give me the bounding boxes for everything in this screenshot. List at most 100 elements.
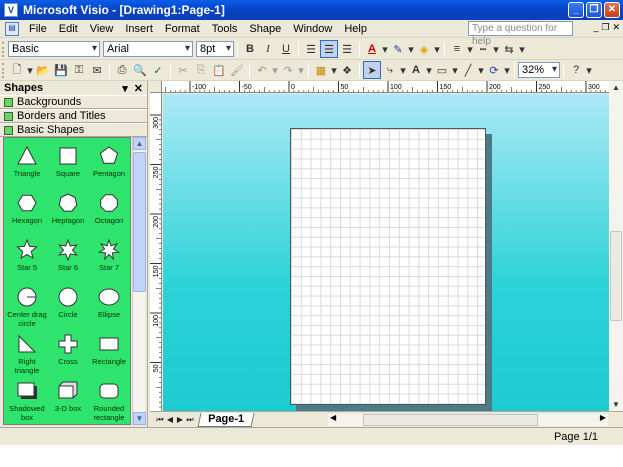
menu-edit[interactable]: Edit — [53, 23, 84, 35]
undo-icon[interactable]: ↶ — [253, 61, 271, 79]
drawing-canvas[interactable] — [163, 94, 609, 411]
permission-icon[interactable]: ⚿ — [70, 61, 88, 79]
line-ends-icon[interactable]: ⇆ — [500, 40, 518, 58]
doc-close-icon[interactable]: ✕ — [612, 22, 620, 33]
shape-star5[interactable]: Star 5 — [7, 235, 47, 282]
shape-pentagon[interactable]: Pentagon — [89, 141, 129, 188]
shape-rectangle[interactable]: Rectangle — [89, 329, 129, 376]
copy-icon[interactable]: ⎘ — [192, 61, 210, 79]
redo-icon[interactable]: ↷ — [279, 61, 297, 79]
scroll-up-icon[interactable]: ▲ — [133, 137, 146, 150]
line-weight-icon[interactable]: ≡ — [448, 40, 466, 58]
shapes-panel-close-icon[interactable]: ✕ — [134, 82, 143, 95]
menu-help[interactable]: Help — [338, 23, 373, 35]
underline-button[interactable]: U — [277, 40, 295, 58]
first-page-icon[interactable]: ⏮ — [155, 415, 165, 425]
align-left-icon[interactable]: ☰ — [302, 40, 320, 58]
rectangle-tool-icon[interactable]: ▭ — [433, 61, 451, 79]
undo-dropdown-icon[interactable]: ▾ — [271, 61, 279, 79]
scroll-left-icon[interactable]: ◀ — [330, 413, 336, 422]
cut-icon[interactable]: ✂ — [174, 61, 192, 79]
shape-shadow-box[interactable]: Shadowed box — [7, 376, 47, 423]
line-pattern-icon[interactable]: ┅ — [474, 40, 492, 58]
help-dropdown-icon[interactable]: ▾ — [585, 61, 593, 79]
save-icon[interactable]: 💾 — [52, 61, 70, 79]
style-dropdown[interactable]: Basic — [8, 41, 100, 57]
bold-button[interactable]: B — [241, 40, 259, 58]
line-color-icon[interactable]: ✎ — [389, 40, 407, 58]
line-tool-icon[interactable]: ╱ — [459, 61, 477, 79]
shape-center-circle[interactable]: Center drag circle — [7, 282, 47, 329]
fill-color-dropdown-icon[interactable]: ▾ — [433, 40, 441, 58]
pointer-tool-icon[interactable]: ➤ — [363, 61, 381, 79]
rotate-dropdown-icon[interactable]: ▾ — [503, 61, 511, 79]
page-tab[interactable]: Page-1 — [197, 412, 255, 427]
line-ends-dropdown-icon[interactable]: ▾ — [518, 40, 526, 58]
help-search-input[interactable]: Type a question for help — [468, 21, 573, 47]
fill-color-icon[interactable]: ◈ — [415, 40, 433, 58]
menu-format[interactable]: Format — [159, 23, 206, 35]
shape-rounded-rect[interactable]: Rounded rectangle — [89, 376, 129, 423]
rectangle-dropdown-icon[interactable]: ▾ — [451, 61, 459, 79]
menu-window[interactable]: Window — [287, 23, 338, 35]
stencil-scrollbar[interactable]: ▲ ▼ — [132, 137, 146, 425]
paste-icon[interactable]: 📋 — [210, 61, 228, 79]
spelling-icon[interactable]: ✓ — [149, 61, 167, 79]
print-preview-icon[interactable]: 🔍 — [131, 61, 149, 79]
drawing-vscroll-thumb[interactable] — [610, 231, 622, 321]
menu-shape[interactable]: Shape — [243, 23, 287, 35]
text-dropdown-icon[interactable]: ▾ — [425, 61, 433, 79]
shape-star6[interactable]: Star 6 — [48, 235, 88, 282]
connector-dropdown-icon[interactable]: ▾ — [399, 61, 407, 79]
new-icon[interactable]: 🗋 — [8, 61, 26, 79]
menu-file[interactable]: File — [23, 23, 53, 35]
scroll-down-icon[interactable]: ▼ — [133, 412, 146, 425]
shape-cross[interactable]: Cross — [48, 329, 88, 376]
stencil-tab-basic-shapes[interactable]: Basic Shapes — [0, 123, 147, 137]
shape-ellipse[interactable]: Ellipse — [89, 282, 129, 329]
scroll-down-icon[interactable]: ▼ — [609, 398, 623, 411]
align-right-icon[interactable]: ☰ — [338, 40, 356, 58]
restore-button[interactable]: ❐ — [586, 2, 602, 18]
shape-square[interactable]: Square — [48, 141, 88, 188]
shape-hexagon[interactable]: Hexagon — [7, 188, 47, 235]
menu-tools[interactable]: Tools — [206, 23, 244, 35]
menu-insert[interactable]: Insert — [119, 23, 159, 35]
zoom-dropdown[interactable]: 32% — [518, 62, 560, 78]
prev-page-icon[interactable]: ◀ — [165, 415, 175, 424]
shape-triangle[interactable]: Triangle — [7, 141, 47, 188]
shapes-dropdown-icon[interactable]: ▾ — [330, 61, 338, 79]
line-color-dropdown-icon[interactable]: ▾ — [407, 40, 415, 58]
line-weight-dropdown-icon[interactable]: ▾ — [466, 40, 474, 58]
scroll-up-icon[interactable]: ▲ — [609, 81, 623, 94]
shape-octagon[interactable]: Octagon — [89, 188, 129, 235]
vertical-ruler[interactable]: 300250200150100500 — [150, 93, 162, 411]
drawing-horizontal-scrollbar[interactable]: ◀ ▶ — [328, 413, 608, 426]
visio-app-icon[interactable]: V — [4, 3, 18, 17]
align-center-icon[interactable]: ☰ — [320, 40, 338, 58]
shape-star7[interactable]: Star 7 — [89, 235, 129, 282]
stencil-tab-borders[interactable]: Borders and Titles — [0, 109, 147, 123]
text-tool-icon[interactable]: A — [407, 61, 425, 79]
print-icon[interactable]: ⎙ — [113, 61, 131, 79]
last-page-icon[interactable]: ⏭ — [185, 415, 195, 425]
drawing-vertical-scrollbar[interactable]: ▲ ▼ — [609, 81, 623, 411]
font-dropdown[interactable]: Arial — [103, 41, 193, 57]
drawing-hscroll-thumb[interactable] — [363, 414, 538, 426]
rotate-tool-icon[interactable]: ⟳ — [485, 61, 503, 79]
minimize-button[interactable]: _ — [568, 2, 584, 18]
shapes-find-icon[interactable]: ❖ — [338, 61, 356, 79]
stencil-scroll-thumb[interactable] — [133, 152, 146, 292]
shape-circle[interactable]: Circle — [48, 282, 88, 329]
scroll-right-icon[interactable]: ▶ — [600, 413, 606, 422]
stencil-tab-backgrounds[interactable]: Backgrounds — [0, 95, 147, 109]
line-dropdown-icon[interactable]: ▾ — [477, 61, 485, 79]
italic-button[interactable]: I — [259, 40, 277, 58]
shape-heptagon[interactable]: Heptagon — [48, 188, 88, 235]
ruler-corner[interactable] — [150, 81, 162, 93]
shape-box3d[interactable]: 3-D box — [48, 376, 88, 423]
horizontal-ruler[interactable]: -100 -50 0 50 100 150 200 250 300 — [162, 81, 609, 93]
drawing-page[interactable] — [290, 128, 486, 405]
font-color-icon[interactable]: A — [363, 40, 381, 58]
new-dropdown-icon[interactable]: ▾ — [26, 61, 34, 79]
